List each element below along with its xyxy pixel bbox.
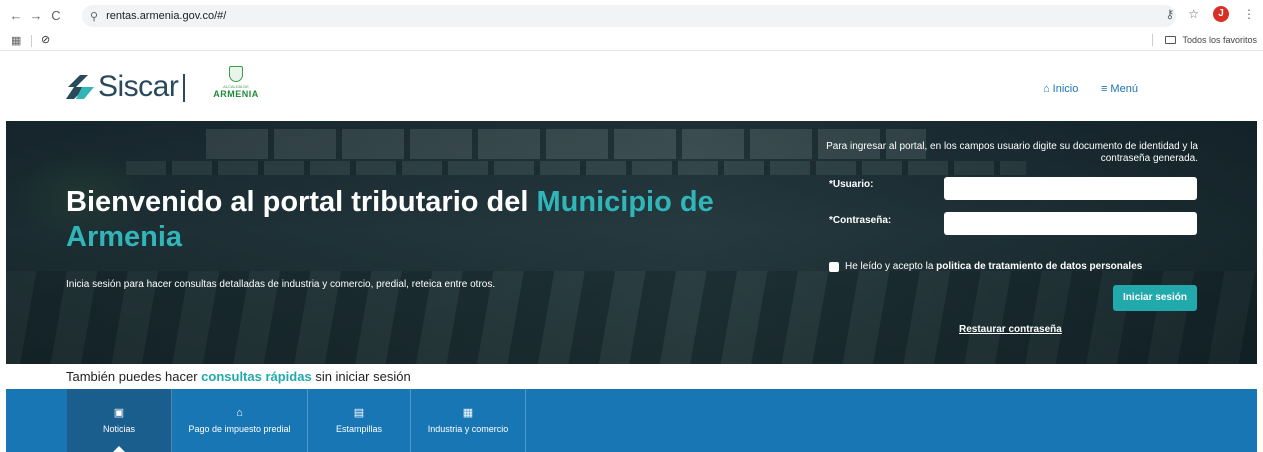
site-info-icon[interactable]: ⚲ [90,10,98,23]
active-tab-caret [113,446,125,452]
home-icon: ⌂ [236,407,243,419]
folder-icon [1165,36,1177,44]
user-label: *Usuario: [829,179,874,190]
login-button[interactable]: Iniciar sesión [1113,285,1197,311]
bookmarks-divider [31,35,32,47]
tab-industria-comercio[interactable]: ▦ Industria y comercio [411,389,526,452]
tab-label: Pago de impuesto predial [188,424,291,434]
quick-queries-heading: También puedes hacer consultas rápidas s… [66,369,411,384]
restore-password-link[interactable]: Restaurar contraseña [959,324,1062,335]
password-label: *Contraseña: [829,215,892,226]
siscar-logo[interactable]: Siscar [66,70,179,104]
bookmarks-divider-right [1152,34,1154,46]
bookmarks-bar: ▦ ⊘ Todos los favoritos [0,31,1263,51]
hero-subtitle: Inicia sesión para hacer consultas detal… [66,279,496,290]
consent-checkbox[interactable] [829,261,839,272]
password-key-icon[interactable]: ⚷ [1165,7,1174,21]
user-input[interactable] [944,177,1197,200]
browser-toolbar: ← → C ⚲ rentas.armenia.gov.co/#/ ⚷ ☆ J ⋮ [0,0,1263,31]
tab-label: Industria y comercio [427,424,509,434]
logo-divider [183,74,185,102]
siscar-logo-icon [66,75,94,99]
back-button[interactable]: ← [6,8,26,23]
logo-text: Siscar [98,70,179,103]
nav-home-link[interactable]: ⌂ Inicio [1043,83,1078,95]
quick-queries-tabs: ▣ Noticias ⌂ Pago de impuesto predial ▤ … [6,389,1257,452]
globe-icon[interactable]: ⊘ [41,33,50,46]
alcaldia-armenia-logo: ALCALDÍA DE ARMENIA [208,66,264,106]
profile-avatar[interactable]: J [1213,6,1229,22]
all-bookmarks-button[interactable]: Todos los favoritos [1152,34,1257,46]
apps-grid-icon[interactable]: ▦ [11,34,21,47]
hero-banner: Bienvenido al portal tributario del Muni… [6,121,1257,364]
crest-shield-icon [229,66,243,82]
url-text: rentas.armenia.gov.co/#/ [106,10,227,22]
nav-home-label: Inicio [1052,83,1079,95]
tab-label: Estampillas [335,424,382,434]
reload-button[interactable]: C [46,8,66,23]
hero-title: Bienvenido al portal tributario del Muni… [66,185,786,255]
bookmark-star-icon[interactable]: ☆ [1188,7,1199,21]
privacy-policy-link[interactable]: politica de tratamiento de datos persona… [936,261,1142,272]
nav-menu-link[interactable]: ≡ Menú [1101,83,1138,95]
home-icon: ⌂ [1043,83,1050,95]
consent-row: He leído y acepto la politica de tratami… [829,261,1142,272]
quick-prefix: También puedes hacer [66,369,202,384]
tab-estampillas[interactable]: ▤ Estampillas [308,389,411,452]
store-icon: ▦ [462,407,474,419]
password-input[interactable] [944,212,1197,235]
video-icon: ▣ [113,407,125,419]
nav-menu-label: Menú [1110,83,1138,95]
all-bookmarks-label: Todos los favoritos [1182,35,1257,45]
tab-label: Noticias [102,424,135,434]
document-icon: ▤ [353,407,365,419]
tab-pago-predial[interactable]: ⌂ Pago de impuesto predial [172,389,308,452]
crest-big-text: ARMENIA [213,89,259,99]
hamburger-icon: ≡ [1101,83,1108,95]
quick-suffix: sin iniciar sesión [311,369,411,384]
forward-button[interactable]: → [26,8,46,23]
tab-noticias[interactable]: ▣ Noticias [67,389,172,452]
toolbar-actions: ⚷ ☆ J ⋮ [1165,6,1255,22]
site-header: Siscar ALCALDÍA DE ARMENIA ⌂ Inicio ≡ Me… [0,52,1263,121]
hero-title-prefix: Bienvenido al portal tributario del [66,186,537,218]
consent-prefix: He leído y acepto la [845,261,937,272]
quick-accent: consultas rápidas [201,369,312,384]
address-bar[interactable]: ⚲ rentas.armenia.gov.co/#/ [82,5,1176,27]
consent-text: He leído y acepto la politica de tratami… [845,261,1142,272]
login-instructions: Para ingresar al portal, en los campos u… [826,141,1198,164]
kebab-menu-icon[interactable]: ⋮ [1243,7,1255,21]
